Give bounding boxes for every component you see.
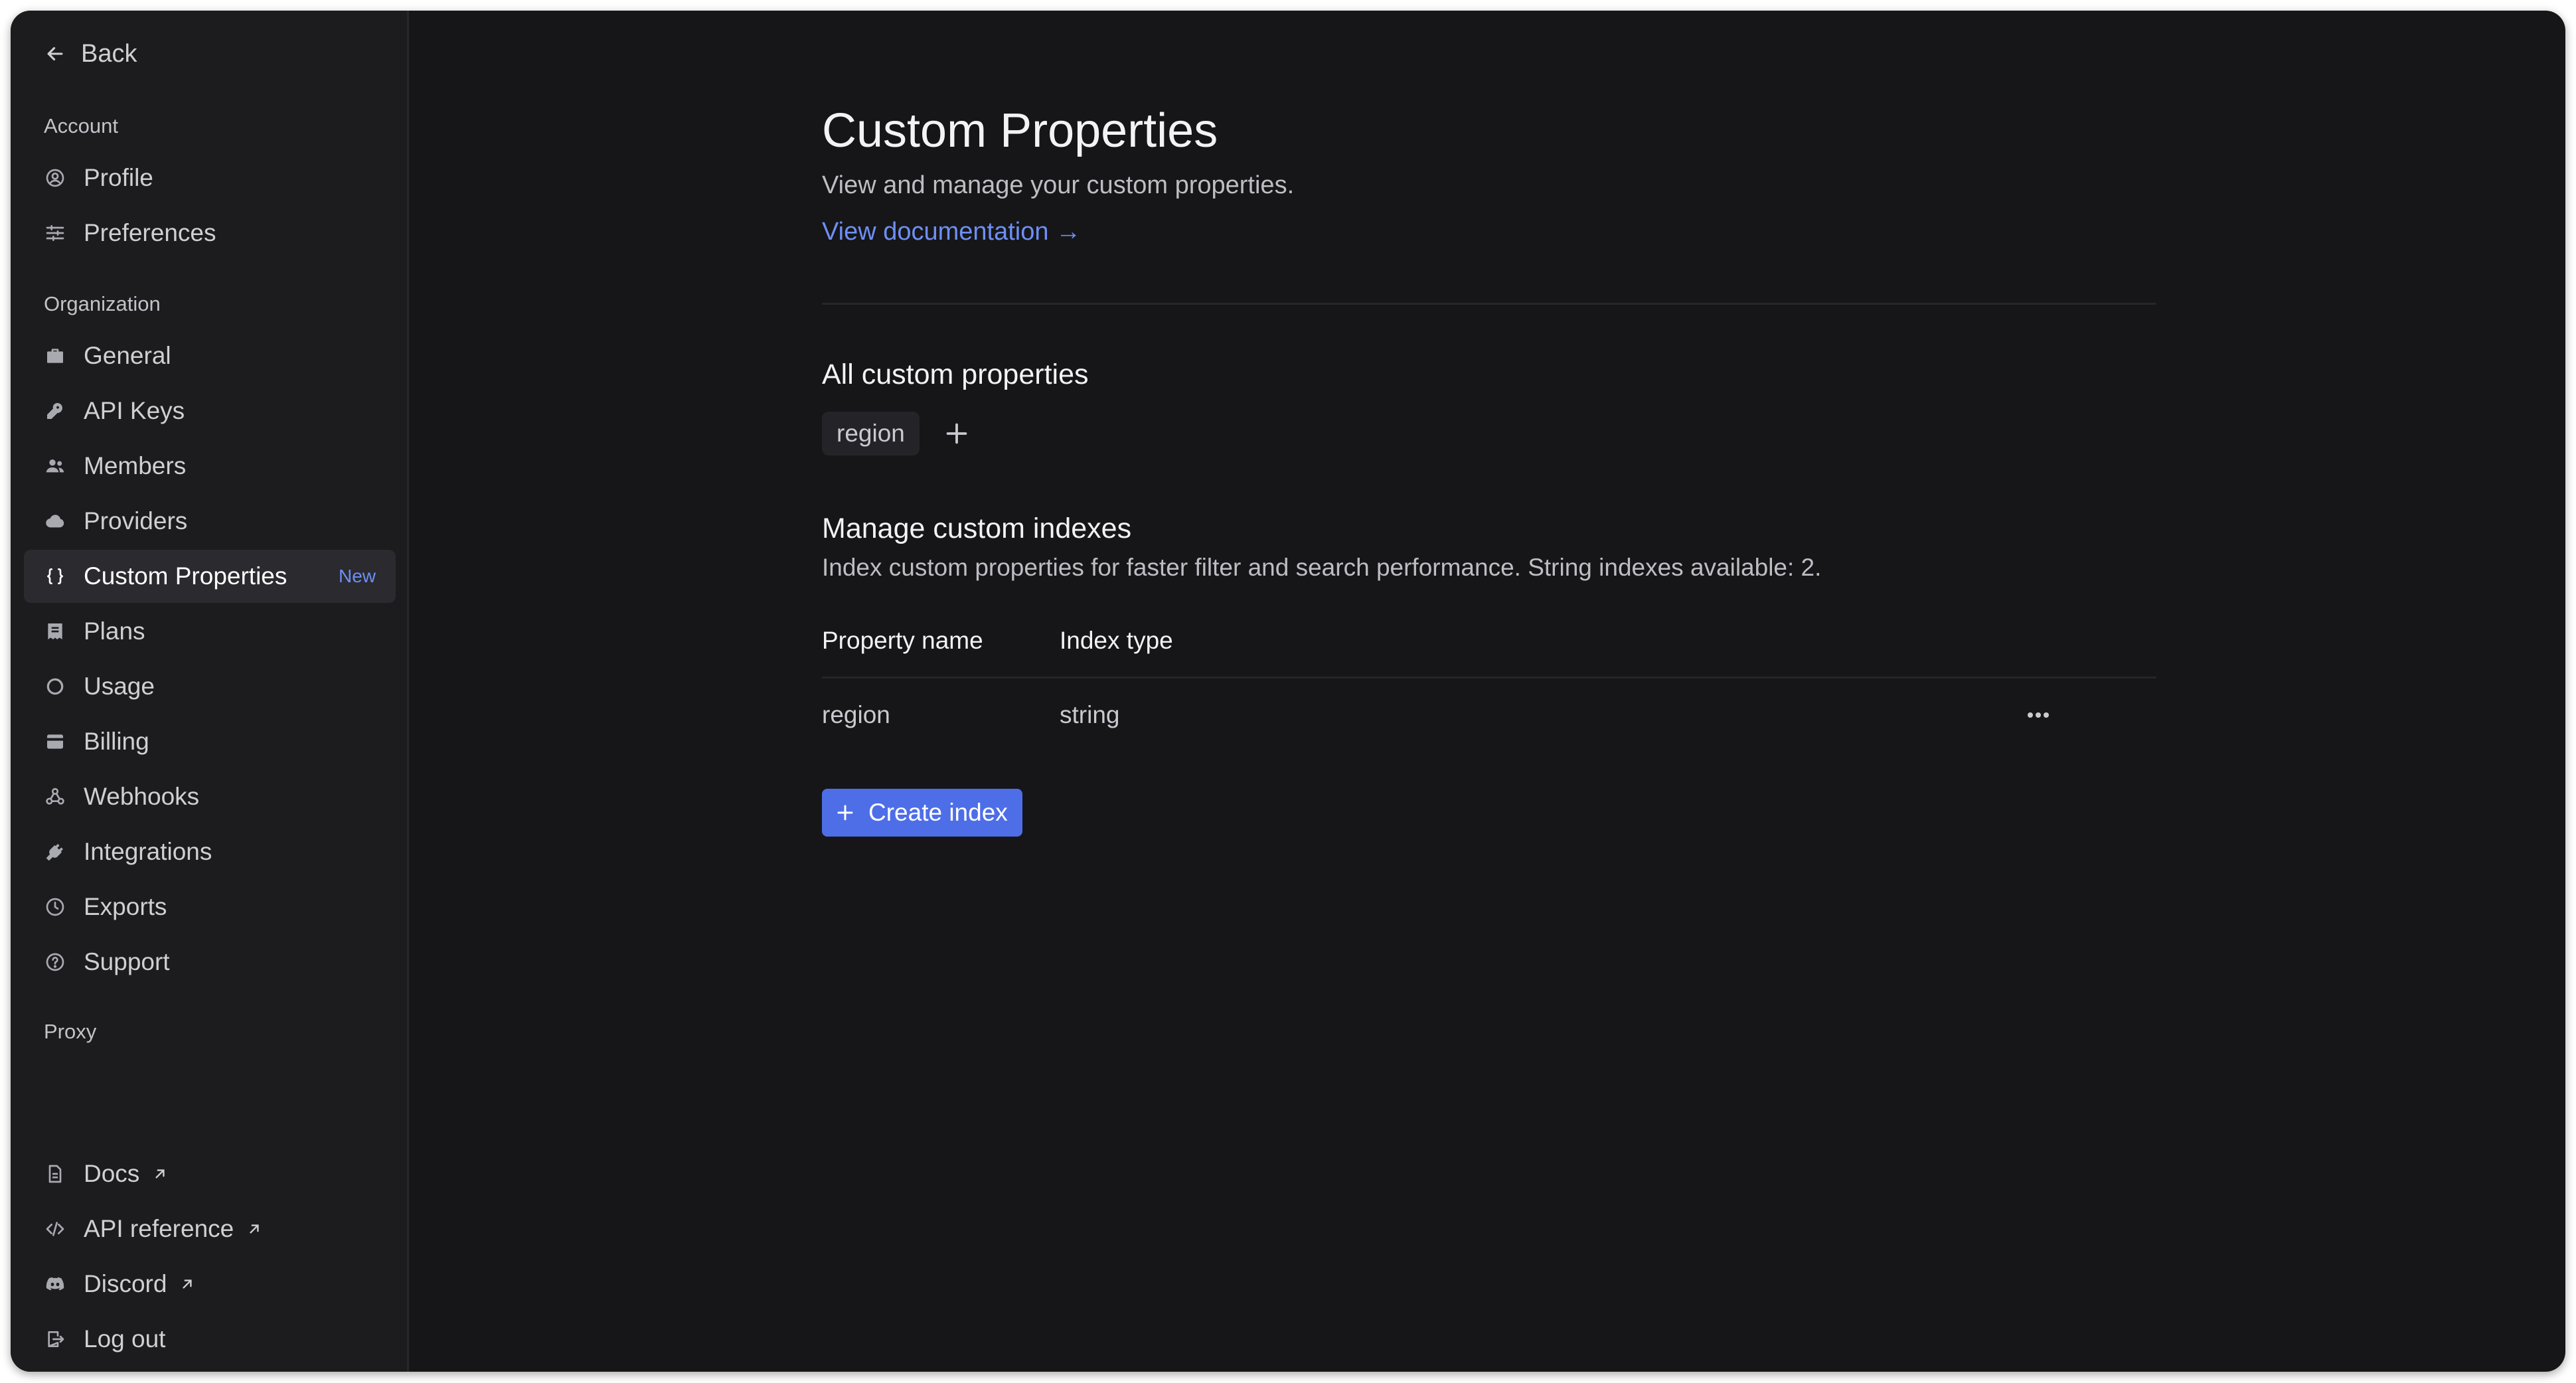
briefcase-icon xyxy=(44,345,66,367)
sidebar-item-profile[interactable]: Profile xyxy=(24,151,396,204)
sidebar-item-label: Providers xyxy=(84,507,188,534)
create-index-button[interactable]: Create index xyxy=(822,789,1022,837)
braces-icon xyxy=(44,565,66,588)
sidebar: Back Account Profile Preferences Organiz… xyxy=(11,11,409,1372)
sidebar-item-label: Profile xyxy=(84,164,153,191)
pie-chart-icon xyxy=(44,675,66,698)
sidebar-item-api-keys[interactable]: API Keys xyxy=(24,384,396,438)
code-icon xyxy=(44,1218,66,1240)
sidebar-link-api-reference[interactable]: API reference xyxy=(24,1202,396,1256)
app-window: Back Account Profile Preferences Organiz… xyxy=(11,11,2565,1372)
indexes-description: Index custom properties for faster filte… xyxy=(822,554,1822,581)
external-link-icon xyxy=(183,1279,193,1289)
log-out-icon xyxy=(44,1328,66,1350)
history-icon xyxy=(44,896,66,918)
plug-icon xyxy=(44,841,66,863)
sidebar-item-members[interactable]: Members xyxy=(24,440,396,493)
sidebar-item-support[interactable]: Support xyxy=(24,936,396,989)
back-label: Back xyxy=(81,39,137,68)
sidebar-item-integrations[interactable]: Integrations xyxy=(24,825,396,878)
receipt-icon xyxy=(44,620,66,643)
sidebar-item-providers[interactable]: Providers xyxy=(24,495,396,548)
plus-icon xyxy=(837,805,853,821)
sidebar-link-docs[interactable]: Docs xyxy=(24,1147,396,1200)
sidebar-item-label: Custom Properties xyxy=(84,562,287,590)
sidebar-item-webhooks[interactable]: Webhooks xyxy=(24,770,396,823)
main-content: Custom Properties View and manage your c… xyxy=(409,11,2565,1372)
user-circle-icon xyxy=(44,167,66,189)
sidebar-item-exports[interactable]: Exports xyxy=(24,880,396,934)
sidebar-item-label: General xyxy=(84,342,171,369)
table-cell-index-type: string xyxy=(1060,701,1120,728)
wrench-icon xyxy=(44,400,66,422)
manage-custom-indexes-heading: Manage custom indexes xyxy=(822,513,1132,544)
add-property-icon[interactable] xyxy=(941,418,972,449)
section-label-account: Account xyxy=(44,114,119,137)
arrow-left-icon xyxy=(47,46,63,61)
row-actions-button[interactable] xyxy=(2022,700,2054,730)
discord-icon xyxy=(44,1273,66,1295)
view-documentation-link[interactable]: View documentation → xyxy=(822,218,1081,246)
file-text-icon xyxy=(44,1163,66,1185)
sidebar-item-plans[interactable]: Plans xyxy=(24,605,396,658)
cloud-icon xyxy=(44,510,66,532)
sidebar-link-label: Discord xyxy=(84,1270,167,1297)
sidebar-item-label: Plans xyxy=(84,617,145,645)
sidebar-item-usage[interactable]: Usage xyxy=(24,660,396,713)
sidebar-item-label: Usage xyxy=(84,673,155,700)
external-link-icon xyxy=(250,1224,259,1234)
section-label-proxy: Proxy xyxy=(44,1020,97,1043)
new-badge: New xyxy=(338,566,376,586)
sidebar-item-preferences[interactable]: Preferences xyxy=(24,206,396,260)
table-header-divider xyxy=(822,677,2156,679)
property-chip[interactable]: region xyxy=(822,412,920,455)
sidebar-link-discord[interactable]: Discord xyxy=(24,1258,396,1311)
sliders-icon xyxy=(44,222,66,244)
sidebar-link-label: API reference xyxy=(84,1215,234,1242)
all-custom-properties-heading: All custom properties xyxy=(822,359,1089,390)
help-circle-icon xyxy=(44,951,66,973)
sidebar-item-label: Integrations xyxy=(84,838,212,865)
sidebar-item-label: API Keys xyxy=(84,397,185,424)
back-button[interactable]: Back xyxy=(44,31,137,77)
column-header-property-name: Property name xyxy=(822,627,983,654)
sidebar-item-label: Exports xyxy=(84,893,167,920)
sidebar-link-label: Docs xyxy=(84,1160,140,1187)
sidebar-item-label: Support xyxy=(84,948,170,975)
external-link-icon xyxy=(155,1169,165,1179)
page-subtitle: View and manage your custom properties. xyxy=(822,171,1295,199)
webhook-icon xyxy=(44,785,66,808)
sidebar-item-label: Members xyxy=(84,452,187,479)
sidebar-item-label: Billing xyxy=(84,728,149,755)
page-title: Custom Properties xyxy=(822,104,1218,157)
users-icon xyxy=(44,455,66,477)
sidebar-item-custom-properties[interactable]: Custom Properties New xyxy=(24,550,396,603)
sidebar-logout[interactable]: Log out xyxy=(24,1313,396,1366)
sidebar-item-billing[interactable]: Billing xyxy=(24,715,396,768)
sidebar-item-label: Preferences xyxy=(84,219,216,246)
section-label-organization: Organization xyxy=(44,292,161,315)
sidebar-item-label: Webhooks xyxy=(84,783,200,810)
table-cell-property-name: region xyxy=(822,701,890,728)
more-horizontal-icon xyxy=(2028,712,2049,718)
sidebar-link-label: Log out xyxy=(84,1325,166,1352)
credit-card-icon xyxy=(44,730,66,753)
column-header-index-type: Index type xyxy=(1060,627,1173,654)
create-index-label: Create index xyxy=(868,799,1008,826)
sidebar-item-general[interactable]: General xyxy=(24,329,396,382)
divider xyxy=(822,303,2156,305)
